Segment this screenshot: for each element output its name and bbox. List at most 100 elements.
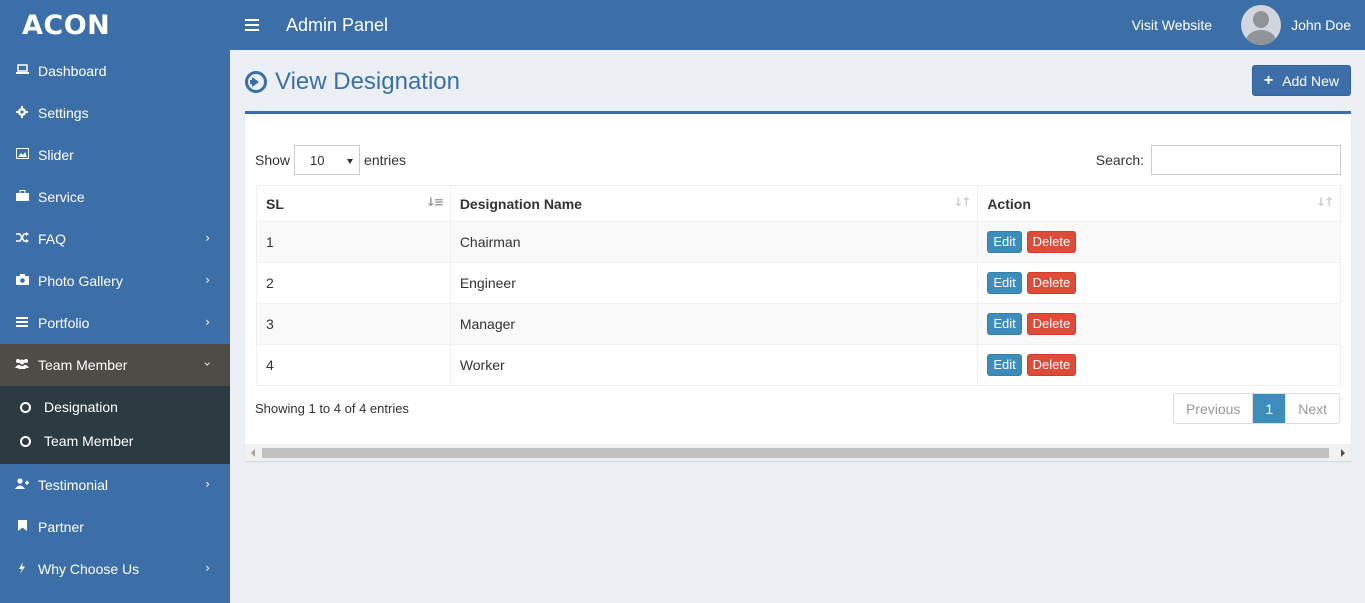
entries-label: entries xyxy=(364,152,407,168)
cell-designation-name: Manager xyxy=(449,303,979,345)
table-row: 2 Engineer Edit Delete xyxy=(256,262,1341,304)
sidebar-item-photo-gallery[interactable]: Photo Gallery › xyxy=(0,260,230,302)
pagination-previous[interactable]: Previous xyxy=(1174,394,1254,423)
delete-button[interactable]: Delete xyxy=(1026,313,1077,335)
top-navbar: Admin Panel Visit Website John Doe xyxy=(230,0,1365,50)
designation-table-box: Show 10 entries Search: SL ↓≡ Designatio… xyxy=(245,111,1351,461)
cell-sl: 1 xyxy=(256,221,451,263)
arrow-circle-right-icon xyxy=(245,71,267,93)
brand-logo[interactable]: ACON xyxy=(22,10,110,41)
sidebar-item-label: Slider xyxy=(38,147,74,163)
sidebar-toggle-icon[interactable] xyxy=(245,19,259,31)
sidebar-item-label: Photo Gallery xyxy=(38,273,123,289)
sidebar-item-settings[interactable]: Settings xyxy=(0,92,230,134)
pagination: Previous 1 Next xyxy=(1172,393,1340,424)
briefcase-icon xyxy=(15,190,29,204)
sidebar-item-label: Partner xyxy=(38,519,84,535)
user-avatar[interactable] xyxy=(1241,5,1282,45)
table-header-row: SL ↓≡ Designation Name ↓↑ Action ↓↑ xyxy=(256,185,1341,222)
main-content: View Designation + Add New Show 10 entri… xyxy=(230,50,1365,603)
brand-area[interactable]: ACON xyxy=(0,0,230,50)
cell-designation-name: Worker xyxy=(449,344,979,386)
delete-button[interactable]: Delete xyxy=(1026,272,1077,294)
delete-button[interactable]: Delete xyxy=(1026,354,1077,376)
sidebar-item-label: Portfolio xyxy=(38,315,90,331)
users-icon xyxy=(15,358,29,372)
pagination-page-current[interactable]: 1 xyxy=(1253,394,1286,423)
sidebar-item-team-member[interactable]: Team Member › xyxy=(0,344,230,386)
search-label: Search: xyxy=(1095,152,1144,168)
cell-designation-name: Chairman xyxy=(449,221,979,263)
chevron-down-icon: › xyxy=(200,361,215,367)
laptop-icon xyxy=(15,64,29,78)
gear-icon xyxy=(15,105,29,121)
image-icon xyxy=(15,148,29,162)
sidebar-item-faq[interactable]: FAQ › xyxy=(0,218,230,260)
entries-length-value: 10 xyxy=(310,152,325,168)
sidebar-item-service[interactable]: Service xyxy=(0,176,230,218)
add-new-button[interactable]: + Add New xyxy=(1251,65,1351,96)
column-header-sl[interactable]: SL ↓≡ xyxy=(256,185,451,222)
sidebar-item-label: Settings xyxy=(38,105,89,121)
column-header-label: SL xyxy=(266,195,284,212)
shuffle-icon xyxy=(15,232,29,246)
chevron-right-icon: › xyxy=(205,477,210,491)
sidebar: Dashboard Settings Slider Service FAQ › … xyxy=(0,50,230,603)
table-row: 1 Chairman Edit Delete xyxy=(256,221,1341,263)
submenu-item-label: Designation xyxy=(44,399,118,415)
sidebar-item-label: Service xyxy=(38,189,85,205)
scrollbar-thumb[interactable] xyxy=(262,448,1329,458)
submenu-item-team-member[interactable]: Team Member xyxy=(0,424,230,458)
table-info: Showing 1 to 4 of 4 entries xyxy=(255,401,409,416)
sidebar-item-slider[interactable]: Slider xyxy=(0,134,230,176)
search-input[interactable] xyxy=(1151,145,1341,175)
sidebar-item-dashboard[interactable]: Dashboard xyxy=(0,50,230,92)
table-row: 3 Manager Edit Delete xyxy=(256,303,1341,345)
sort-asc-icon: ↓≡ xyxy=(425,195,444,209)
pagination-next[interactable]: Next xyxy=(1285,394,1339,423)
visit-website-link[interactable]: Visit Website xyxy=(1132,17,1212,33)
sidebar-item-label: Why Choose Us xyxy=(38,561,140,577)
plus-icon: + xyxy=(1263,71,1274,89)
user-name[interactable]: John Doe xyxy=(1291,17,1351,33)
edit-button[interactable]: Edit xyxy=(987,231,1022,253)
designation-table: SL ↓≡ Designation Name ↓↑ Action ↓↑ 1 Ch… xyxy=(256,185,1341,386)
cell-action: Edit Delete xyxy=(977,344,1341,386)
sort-icon: ↓↑ xyxy=(953,195,971,209)
cell-action: Edit Delete xyxy=(977,303,1341,345)
column-header-designation-name[interactable]: Designation Name ↓↑ xyxy=(449,185,979,222)
cell-sl: 2 xyxy=(256,262,451,304)
sidebar-item-why-choose-us[interactable]: Why Choose Us › xyxy=(0,548,230,590)
chevron-right-icon: › xyxy=(205,231,210,245)
sidebar-item-partner[interactable]: Partner xyxy=(0,506,230,548)
cell-sl: 4 xyxy=(256,344,451,386)
team-member-submenu: Designation Team Member xyxy=(0,386,230,464)
add-new-label: Add New xyxy=(1282,72,1339,89)
length-control: Show 10 entries xyxy=(255,145,406,175)
top-right-nav: Visit Website John Doe xyxy=(1132,0,1365,50)
cell-designation-name: Engineer xyxy=(449,262,979,304)
show-label: Show xyxy=(255,152,291,168)
edit-button[interactable]: Edit xyxy=(987,313,1022,335)
scroll-right-icon[interactable] xyxy=(1341,449,1345,457)
edit-button[interactable]: Edit xyxy=(987,272,1022,294)
circle-icon xyxy=(20,435,31,447)
submenu-item-designation[interactable]: Designation xyxy=(0,390,230,424)
column-header-action[interactable]: Action ↓↑ xyxy=(977,185,1341,222)
circle-icon xyxy=(20,401,31,413)
edit-button[interactable]: Edit xyxy=(987,354,1022,376)
sidebar-item-portfolio[interactable]: Portfolio › xyxy=(0,302,230,344)
table-row: 4 Worker Edit Delete xyxy=(256,344,1341,386)
sidebar-item-testimonial[interactable]: Testimonial › xyxy=(0,464,230,506)
page-title: View Designation xyxy=(275,68,461,95)
sidebar-item-label: Dashboard xyxy=(38,63,107,79)
column-header-label: Designation Name xyxy=(459,195,582,212)
entries-length-select[interactable]: 10 xyxy=(294,145,361,175)
search-control: Search: xyxy=(1096,145,1341,175)
horizontal-scrollbar[interactable] xyxy=(245,444,1351,461)
chevron-right-icon: › xyxy=(205,315,210,329)
list-icon xyxy=(15,316,29,330)
delete-button[interactable]: Delete xyxy=(1026,231,1077,253)
scroll-left-icon[interactable] xyxy=(251,449,255,457)
cell-sl: 3 xyxy=(256,303,451,345)
